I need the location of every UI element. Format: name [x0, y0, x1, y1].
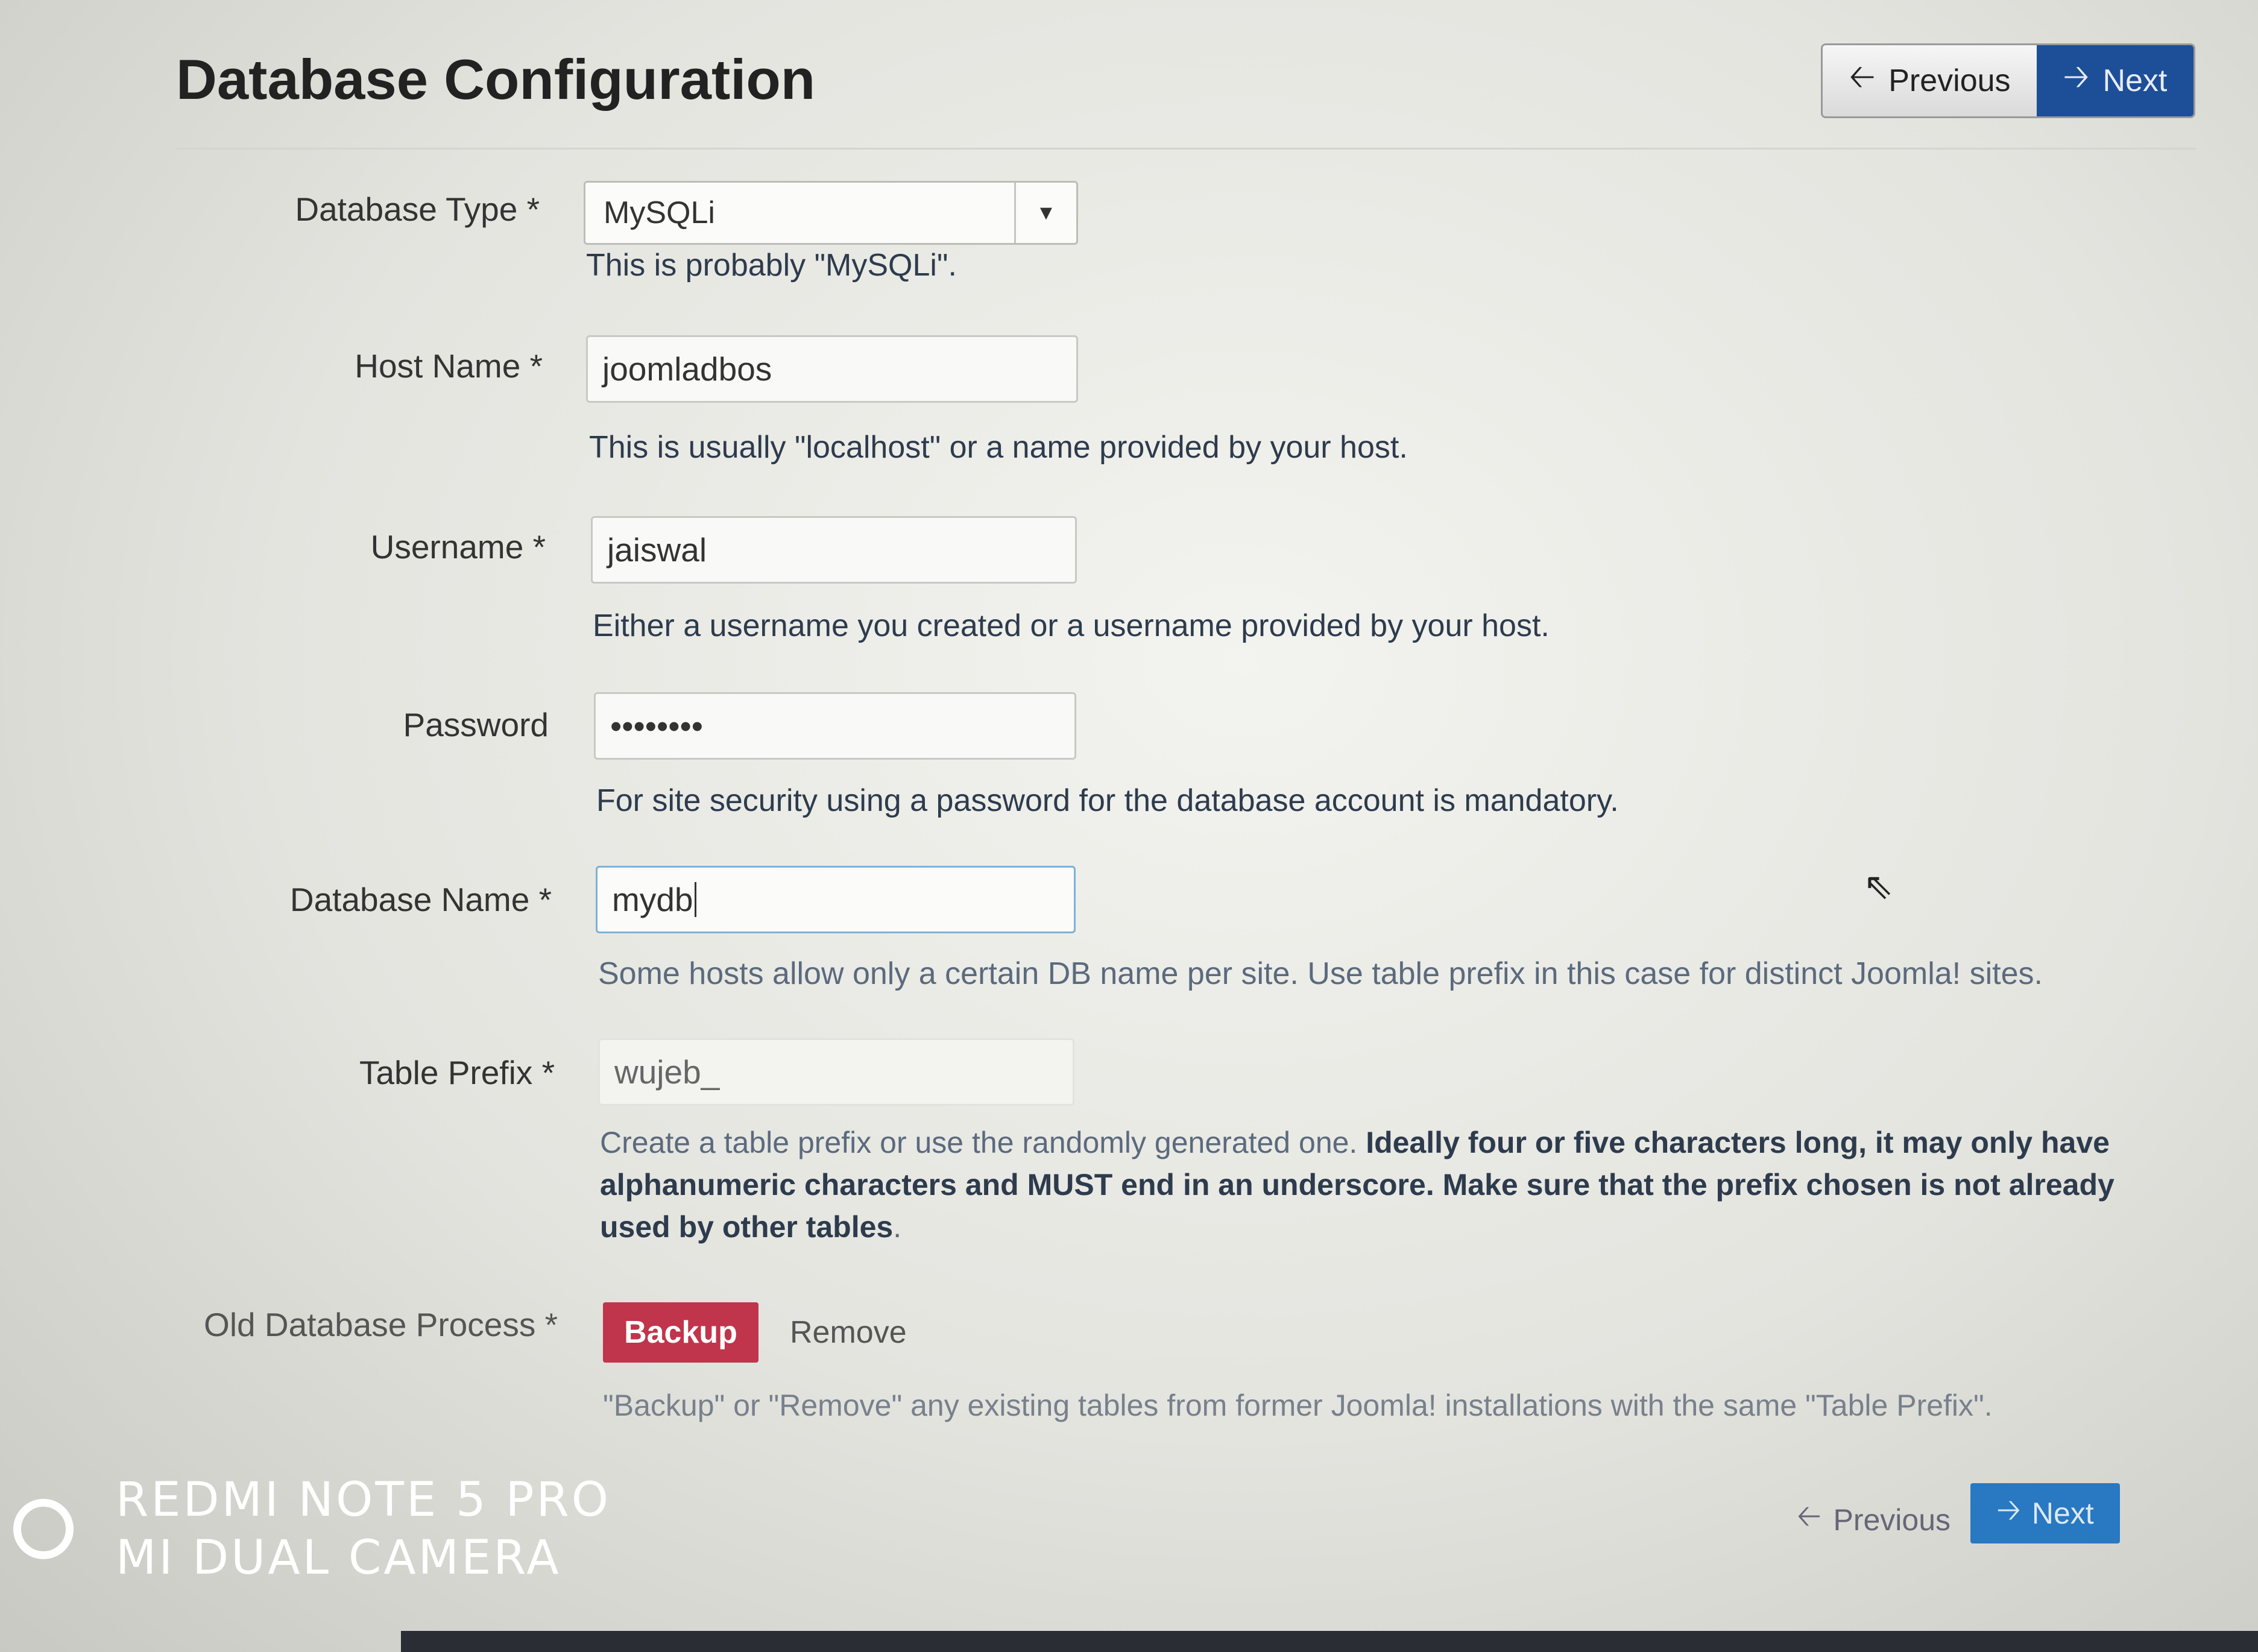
database-type-select[interactable]: MySQLi ▼	[584, 181, 1078, 245]
host-name-label: Host Name *	[355, 347, 543, 385]
database-name-input[interactable]: mydb	[596, 866, 1076, 933]
circle-icon	[13, 1499, 74, 1559]
database-name-help: Some hosts allow only a certain DB name …	[598, 956, 2043, 991]
database-name-value: mydb	[612, 881, 693, 918]
remove-button[interactable]: Remove	[784, 1302, 913, 1363]
bottom-previous-label: Previous	[1833, 1502, 1951, 1537]
arrow-right-icon: 🡢	[1996, 1492, 2021, 1527]
next-button[interactable]: 🡢 Next	[2037, 45, 2193, 116]
previous-label: Previous	[1888, 63, 2011, 98]
old-database-process-help: "Backup" or "Remove" any existing tables…	[603, 1389, 1993, 1422]
table-prefix-help-plain: Create a table prefix or use the randoml…	[600, 1126, 1358, 1159]
password-label: Password	[403, 706, 549, 743]
watermark-line-1: REDMI NOTE 5 PRO	[116, 1473, 611, 1527]
host-name-value: joomladbos	[602, 350, 772, 388]
username-help: Either a username you created or a usern…	[593, 608, 1550, 643]
host-name-help: This is usually "localhost" or a name pr…	[589, 430, 1408, 465]
username-label: Username *	[370, 528, 546, 566]
mouse-cursor-icon: ⇖	[1863, 866, 1894, 906]
text-caret	[694, 882, 696, 917]
arrow-right-icon: 🡢	[2063, 58, 2090, 95]
database-type-value: MySQLi	[604, 195, 715, 230]
installation-page: Database Configuration 🡠 Previous 🡢 Next…	[0, 0, 2258, 1652]
table-prefix-help-end: .	[893, 1210, 902, 1244]
table-prefix-label: Table Prefix *	[359, 1054, 555, 1091]
watermark-text: REDMI NOTE 5 PRO MI DUAL CAMERA	[116, 1471, 611, 1587]
database-type-label: Database Type *	[295, 191, 540, 228]
page-title: Database Configuration	[176, 48, 816, 111]
top-nav-buttons: 🡠 Previous 🡢 Next	[1821, 43, 2195, 118]
watermark-line-2: MI DUAL CAMERA	[116, 1531, 561, 1585]
password-input[interactable]: ••••••••	[594, 692, 1076, 760]
username-input[interactable]: jaiswal	[591, 516, 1077, 584]
previous-button[interactable]: 🡠 Previous	[1823, 45, 2037, 116]
taskbar	[401, 1631, 2258, 1652]
database-name-label: Database Name *	[289, 881, 552, 918]
arrow-left-icon: 🡠	[1797, 1499, 1821, 1533]
bottom-previous-button[interactable]: 🡠 Previous	[1797, 1494, 1951, 1545]
database-type-help: This is probably "MySQLi".	[586, 248, 957, 283]
backup-button[interactable]: Backup	[603, 1302, 758, 1363]
bottom-next-label: Next	[2031, 1496, 2094, 1530]
password-value: ••••••••	[610, 707, 704, 745]
old-database-process-label: Old Database Process *	[204, 1306, 558, 1343]
camera-watermark: REDMI NOTE 5 PRO MI DUAL CAMERA	[13, 1471, 611, 1587]
chevron-down-icon[interactable]: ▼	[1014, 183, 1076, 243]
table-prefix-help: Create a table prefix or use the randoml…	[600, 1121, 2119, 1248]
title-divider	[176, 148, 2196, 150]
bottom-next-button[interactable]: 🡢 Next	[1970, 1483, 2120, 1543]
host-name-input[interactable]: joomladbos	[586, 335, 1078, 403]
arrow-left-icon: 🡠	[1849, 58, 1876, 95]
table-prefix-input[interactable]: wujeb_	[598, 1038, 1074, 1106]
password-help: For site security using a password for t…	[596, 783, 1619, 818]
next-label: Next	[2102, 63, 2168, 98]
username-value: jaiswal	[607, 531, 707, 569]
table-prefix-value: wujeb_	[614, 1053, 720, 1091]
